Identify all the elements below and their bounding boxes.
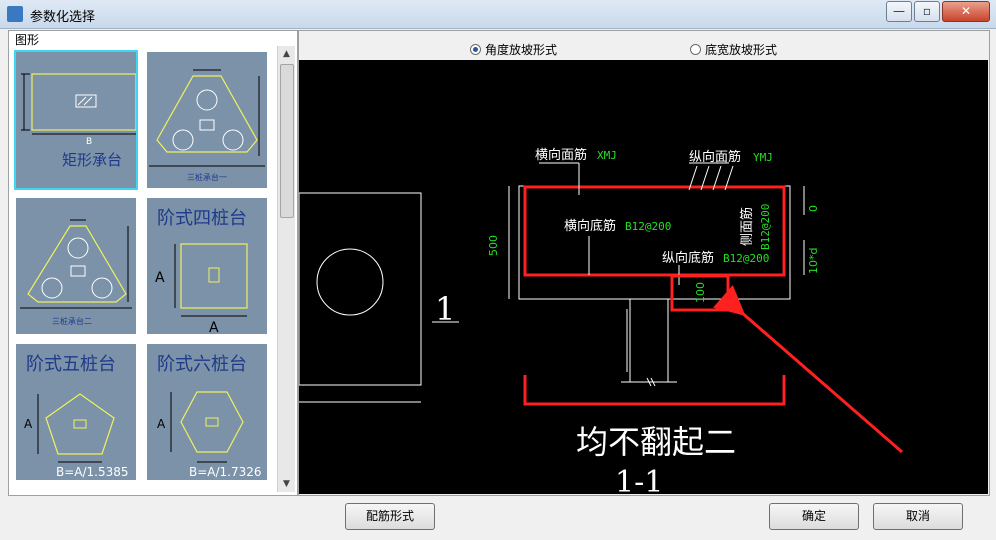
window-title: 参数化选择 [30,10,96,25]
radio-angle-slope-label: 角度放坡形式 [485,43,558,57]
top-dim: 0 [807,205,820,212]
section-bracket [523,375,786,406]
cover-dim: 100 [694,282,707,303]
scroll-up-icon[interactable]: ▲ [278,46,295,62]
close-button[interactable]: ✕ [942,1,990,22]
stepped-four-pile-diagram: 阶式四桩台 A A [155,208,248,334]
three-pile-cap-1-diagram: 三桩承台一 [149,69,265,182]
minimize-button[interactable]: — [886,1,912,22]
thumb-formula: B=A/1.5385 [56,465,129,479]
section-label: 1-1 [615,465,663,494]
thumb-title: 阶式六桩台 [157,354,247,375]
thumb-rect-cap[interactable]: B 矩形承台 [14,50,138,190]
thumb-stepped-six-pile[interactable]: 阶式六桩台 A B=A/1.7326 [145,342,269,482]
ok-button[interactable]: 确定 [769,503,859,530]
dim-a-vertical: A [155,270,165,286]
thumb-three-pile-cap-2[interactable]: 三桩承台二 [14,196,138,336]
section-drawing-canvas: 1 横向面筋 XMJ 纵向面筋 YMJ 横向底筋 B12@200 纵向底筋 B1… [299,60,988,494]
section-drawing: 1 横向面筋 XMJ 纵向面筋 YMJ 横向底筋 B12@200 纵向底筋 B1… [299,147,903,494]
thumb-label: 三桩承台一 [187,172,227,182]
long-bottom-label: 纵向底筋 [662,250,714,266]
rect-cap-diagram: B 矩形承台 [21,73,136,169]
title-bar[interactable]: 参数化选择 — ▫ ✕ [0,0,996,29]
thumb-title: 阶式五桩台 [26,354,116,375]
bottom-bar-label: 横向底筋 [564,218,616,234]
pointer-arrow [713,284,903,454]
top-bar-code: XMJ [597,149,617,162]
height-dim: 500 [487,235,500,256]
bottom-bar-code: B12@200 [625,220,671,233]
thumb-title: 阶式四桩台 [157,208,247,229]
thumb-label: 三桩承台二 [52,316,92,326]
drawing-caption: 均不翻起二 [576,423,736,461]
scroll-down-icon[interactable]: ▼ [278,476,295,492]
thumb-formula: B=A/1.7326 [189,465,262,479]
dim-b: B [86,137,92,147]
stepped-five-pile-diagram: 阶式五桩台 A B=A/1.5385 [24,354,129,479]
long-bar-label: 纵向面筋 [689,149,741,165]
parametric-select-window: 参数化选择 — ▫ ✕ 图形 B 矩形承台 三桩承台一 三桩承台二 阶式四桩台 … [0,0,996,540]
section-mark: 1 [435,290,455,328]
long-bottom-code: B12@200 [723,252,769,265]
radio-width-slope[interactable]: 底宽放坡形式 [690,41,777,58]
radio-unchecked-icon[interactable] [690,44,701,55]
scroll-thumb[interactable] [280,64,294,218]
dim-a-horizontal: A [209,320,219,334]
app-icon [7,6,23,22]
radio-width-slope-label: 底宽放坡形式 [705,43,778,57]
radio-checked-icon[interactable] [470,44,481,55]
long-bar-code: YMJ [753,151,773,164]
dim-a: A [24,417,33,431]
thumbnail-scrollbar[interactable]: ▲ ▼ [277,46,295,492]
restore-button[interactable]: ▫ [914,1,940,22]
thumb-label: 矩形承台 [62,151,122,169]
thumb-stepped-four-pile[interactable]: 阶式四桩台 A A [145,196,269,336]
three-pile-cap-2-diagram: 三桩承台二 [20,219,132,326]
side-bar-label: 侧面筋 [739,207,755,246]
thumb-stepped-five-pile[interactable]: 阶式五桩台 A B=A/1.5385 [14,342,138,482]
stepped-six-pile-diagram: 阶式六桩台 A B=A/1.7326 [157,354,262,479]
thumb-three-pile-cap-1[interactable]: 三桩承台一 [145,50,269,190]
anchor-dim: 10*d [807,248,820,274]
rebar-form-button[interactable]: 配筋形式 [345,503,435,530]
radio-angle-slope[interactable]: 角度放坡形式 [470,41,557,58]
pile-circle [316,248,384,316]
shape-thumbnail-list: B 矩形承台 三桩承台一 三桩承台二 阶式四桩台 A A 阶式五桩台 A B=A… [10,46,276,492]
cancel-button[interactable]: 取消 [873,503,963,530]
top-bar-label: 横向面筋 [535,147,587,163]
dim-a: A [157,417,166,431]
side-bar-code: B12@200 [759,204,772,250]
